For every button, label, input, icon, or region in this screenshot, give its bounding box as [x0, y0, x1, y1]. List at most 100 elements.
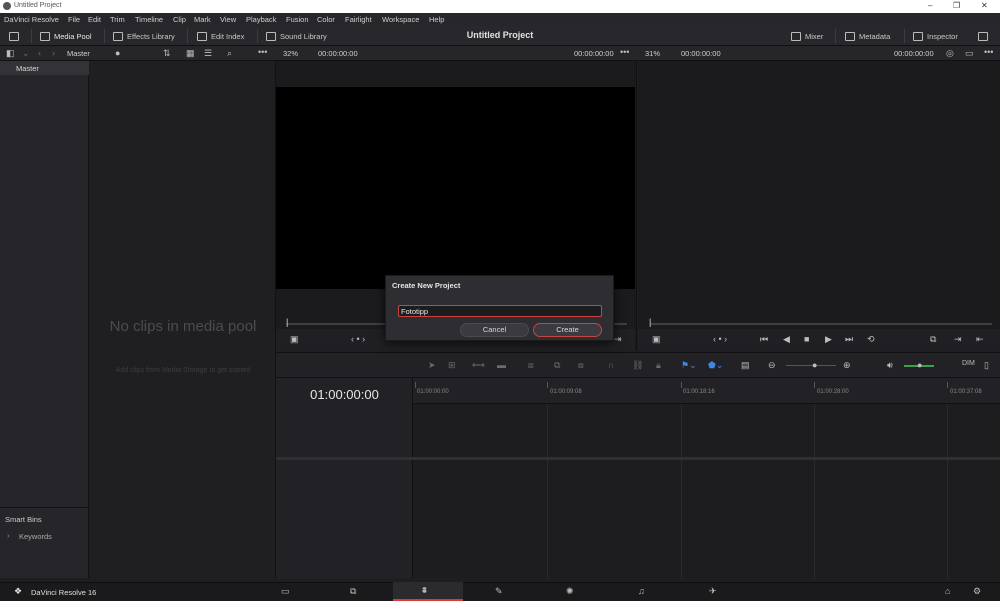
trim-tool-icon[interactable]: ⊞ [448, 360, 456, 371]
match-frame-icon[interactable]: ⧉ [930, 334, 936, 345]
more-options-icon[interactable]: ••• [258, 47, 267, 57]
create-button[interactable]: Create [533, 323, 602, 337]
replace-clip-icon[interactable]: ⧇ [578, 360, 584, 371]
menu-mark[interactable]: Mark [194, 15, 211, 24]
source-timecode-right: 00:00:00:00 [574, 49, 614, 58]
search-icon[interactable]: ⌕ [227, 48, 232, 59]
bin-item-master[interactable]: Master [0, 61, 89, 75]
play-reverse-icon[interactable]: ◀ [783, 334, 790, 345]
loop-icon[interactable]: ⟲ [867, 334, 875, 345]
viewer-mode-icon[interactable]: ▣ [290, 334, 299, 345]
cancel-button[interactable]: Cancel [460, 323, 529, 337]
record-zoom[interactable]: 31% [645, 49, 660, 58]
metadata-button[interactable]: Metadata [845, 29, 890, 43]
menu-help[interactable]: Help [429, 15, 444, 24]
zoom-slider[interactable] [786, 365, 836, 366]
ruler-label: 01:00:00:00 [417, 389, 449, 395]
maximize-button[interactable]: ❐ [953, 1, 960, 10]
menu-fairlight[interactable]: Fairlight [345, 15, 372, 24]
home-icon[interactable]: ⌂ [945, 586, 950, 596]
menu-color[interactable]: Color [317, 15, 335, 24]
viewer-mode-icon[interactable]: ▣ [652, 334, 661, 345]
fairlight-page-icon[interactable]: ♫ [638, 586, 645, 596]
sort-icon[interactable]: ⇅ [163, 48, 171, 59]
source-more-icon[interactable]: ••• [620, 47, 629, 57]
project-name-input[interactable] [398, 305, 602, 317]
link-icon[interactable]: ⛓ [632, 360, 643, 371]
back-arrow-icon[interactable]: ‹ [38, 48, 41, 58]
go-to-end-icon[interactable]: ⇥ [614, 334, 622, 345]
menu-playback[interactable]: Playback [246, 15, 276, 24]
zoom-out-icon[interactable]: ⊖ [768, 360, 776, 371]
source-video-frame[interactable] [276, 87, 635, 289]
ruler-label: 01:00:18:16 [683, 389, 715, 395]
overwrite-clip-icon[interactable]: ⧉ [554, 360, 560, 371]
dynamic-trim-icon[interactable]: ⟷ [472, 360, 485, 371]
sidebar-toggle-icon[interactable]: ◧ [6, 48, 15, 59]
zoom-slider-handle[interactable]: ● [812, 360, 817, 370]
skip-to-end-icon[interactable]: ⏭ [845, 334, 853, 345]
menu-fusion[interactable]: Fusion [286, 15, 309, 24]
jog-control-icon[interactable]: ‹ • › [351, 334, 365, 344]
dim-audio-icon[interactable]: DIM [962, 360, 975, 367]
cut-page-icon[interactable]: ⧉ [350, 586, 356, 597]
next-edit-icon[interactable]: ⇥ [954, 334, 962, 345]
media-page-icon[interactable]: ▭ [281, 586, 290, 597]
minimize-button[interactable]: – [928, 1, 932, 10]
menu-edit[interactable]: Edit [88, 15, 101, 24]
skip-to-start-icon[interactable]: ⏮ [760, 334, 768, 345]
menu-file[interactable]: File [68, 15, 80, 24]
forward-arrow-icon[interactable]: › [52, 48, 55, 58]
smart-bin-keywords[interactable]: Keywords [19, 532, 52, 541]
bin-list: Master Smart Bins › Keywords [0, 61, 89, 578]
timeline-tracks[interactable] [413, 404, 1000, 578]
list-view-icon[interactable]: ☰ [204, 48, 212, 59]
lock-icon[interactable]: 🔒︎ [656, 360, 661, 371]
blade-tool-icon[interactable]: ▬ [497, 360, 506, 370]
last-frame-icon[interactable]: ⇤ [976, 334, 984, 345]
selection-tool-icon[interactable]: ➤ [428, 360, 436, 371]
color-page-icon[interactable]: ✺ [566, 586, 574, 597]
deliver-page-icon[interactable]: ✈ [709, 586, 717, 597]
collapse-panel-icon[interactable] [978, 29, 988, 43]
insert-clip-icon[interactable]: ⧈ [528, 360, 534, 371]
marker-icon[interactable]: ⬟⌄ [708, 360, 723, 371]
color-wheel-icon[interactable]: ◎ [946, 48, 954, 59]
record-more-icon[interactable]: ••• [984, 47, 993, 57]
play-icon[interactable]: ▶ [825, 334, 832, 345]
menu-clip[interactable]: Clip [173, 15, 186, 24]
timeline-scrubber[interactable] [650, 323, 992, 325]
zoom-in-icon[interactable]: ⊕ [843, 360, 851, 371]
single-viewer-icon[interactable]: ▭ [965, 48, 974, 59]
timeline-ruler[interactable]: 01:00:00:00 01:00:09:08 01:00:18:16 01:0… [413, 378, 1000, 404]
fusion-page-icon[interactable]: ✎ [495, 586, 503, 597]
menu-view[interactable]: View [220, 15, 236, 24]
menu-workspace[interactable]: Workspace [382, 15, 419, 24]
smart-bins-label: Smart Bins [5, 515, 42, 524]
chevron-down-icon[interactable]: ⌄ [22, 48, 30, 59]
grid-view-icon[interactable]: ▦ [186, 48, 195, 59]
mixer-icon [791, 31, 801, 41]
video-audio-divider[interactable] [276, 457, 1000, 460]
ruler-label: 01:00:28:00 [817, 389, 849, 395]
edit-page-tab[interactable]: ⩩ [393, 582, 463, 601]
close-window-button[interactable]: ✕ [981, 1, 988, 10]
source-zoom[interactable]: 32% [283, 49, 298, 58]
menu-davinci-resolve[interactable]: DaVinci Resolve [4, 15, 59, 24]
jog-control-icon[interactable]: ‹ • › [713, 334, 727, 344]
menu-timeline[interactable]: Timeline [135, 15, 163, 24]
stop-icon[interactable]: ■ [804, 334, 809, 344]
volume-icon[interactable]: 🔊︎ [887, 360, 893, 371]
chevron-right-icon[interactable]: › [7, 531, 10, 540]
settings-gear-icon[interactable]: ⚙ [973, 586, 981, 597]
volume-slider-handle[interactable]: ● [917, 360, 922, 370]
flag-icon[interactable]: ⚑⌄ [681, 360, 697, 371]
timeline-playhead[interactable]: | [649, 317, 651, 327]
source-playhead[interactable]: | [286, 317, 288, 327]
mixer-button[interactable]: Mixer [791, 29, 823, 43]
inspector-button[interactable]: Inspector [913, 29, 958, 43]
snapping-icon[interactable]: ∩ [608, 360, 614, 370]
timeline-view-options-icon[interactable]: ▤ [741, 360, 750, 371]
thumbnail-size-slider[interactable]: ● [115, 48, 120, 58]
menu-trim[interactable]: Trim [110, 15, 125, 24]
